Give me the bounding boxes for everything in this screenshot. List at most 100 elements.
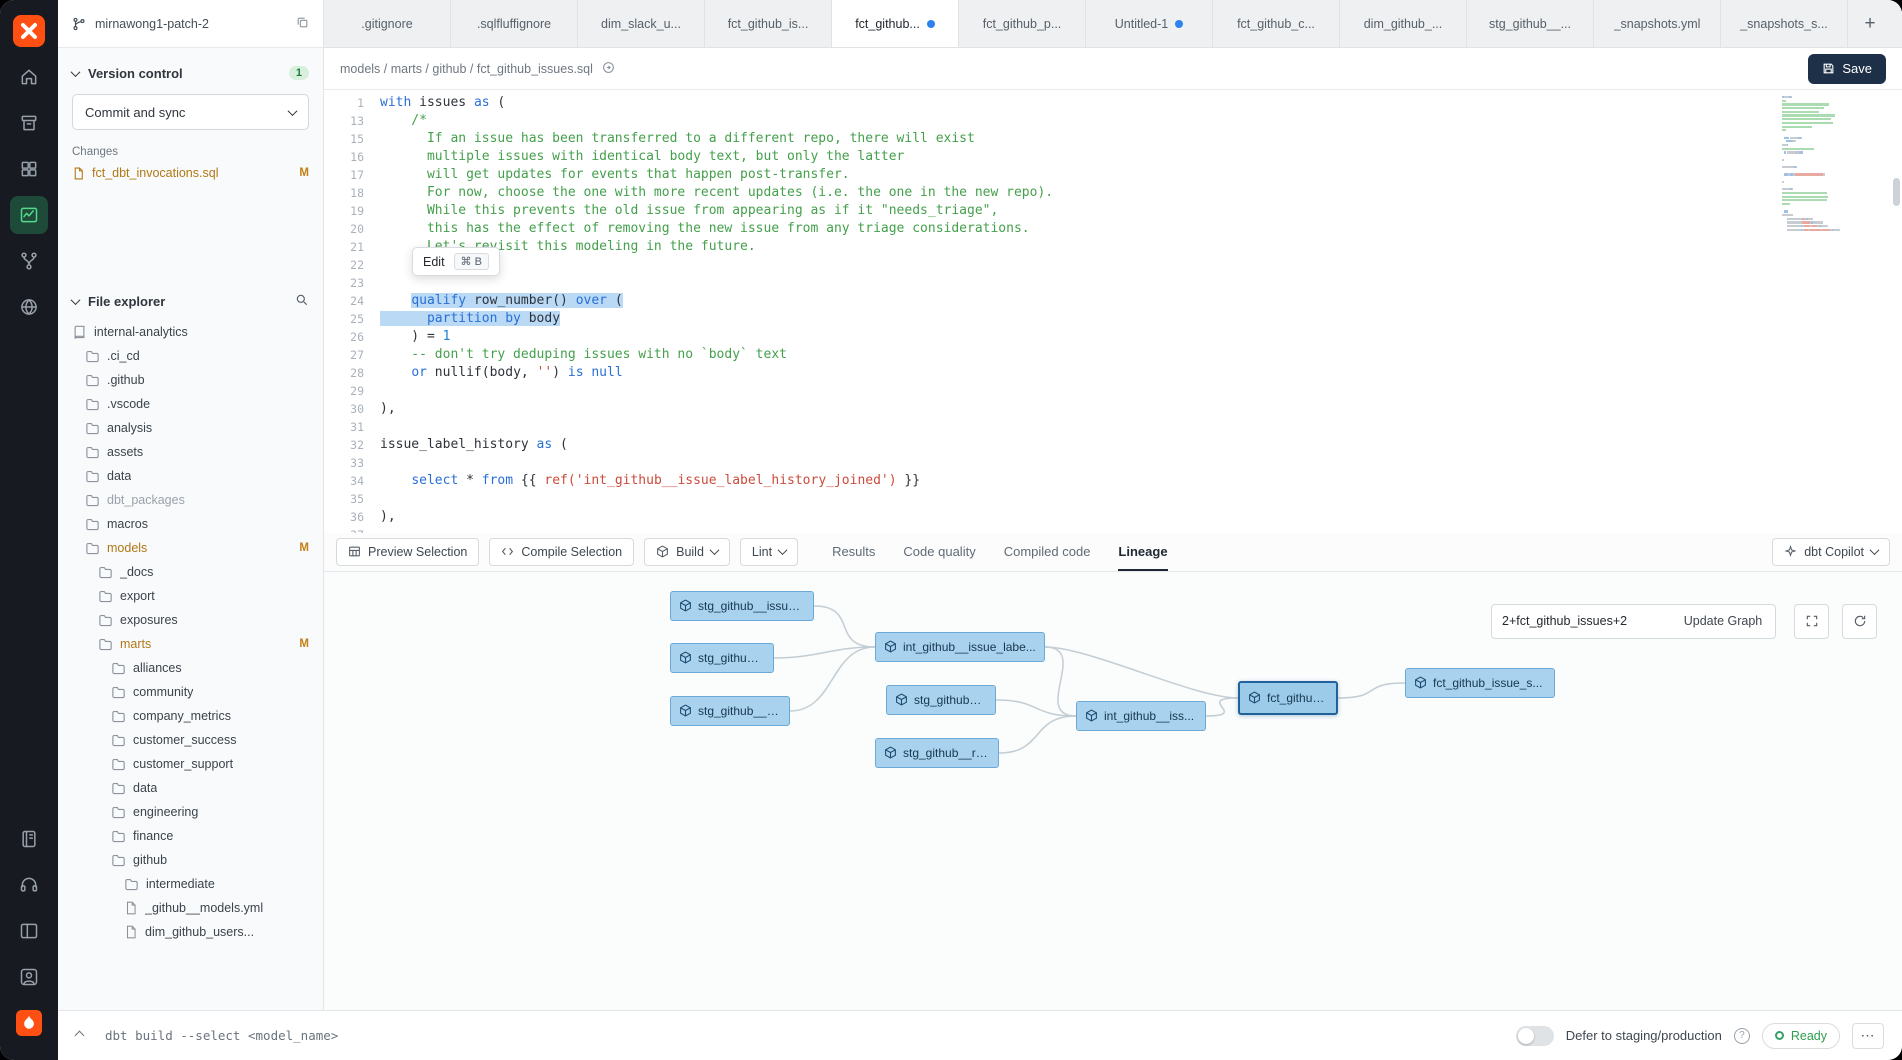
- file-tree-item[interactable]: github: [72, 848, 319, 872]
- file-tree-item[interactable]: community: [72, 680, 319, 704]
- command-text[interactable]: dbt build --select <model_name>: [105, 1028, 338, 1043]
- lineage-node[interactable]: stg_github__re...: [875, 738, 999, 768]
- code-line[interactable]: 33: [324, 454, 1902, 472]
- version-control-header[interactable]: Version control 1: [72, 60, 309, 86]
- code-line[interactable]: 34 select * from {{ ref('int_github__iss…: [324, 472, 1902, 490]
- file-tree-item[interactable]: data: [72, 776, 319, 800]
- file-tree-item[interactable]: data: [72, 464, 319, 488]
- changed-file-row[interactable]: fct_dbt_invocations.sql M: [72, 166, 309, 180]
- code-line[interactable]: 31: [324, 418, 1902, 436]
- lineage-node[interactable]: int_github__iss...: [1076, 701, 1206, 731]
- code-line[interactable]: 19 While this prevents the old issue fro…: [324, 202, 1902, 220]
- editor-scrollbar-thumb[interactable]: [1893, 178, 1900, 206]
- file-tree-item[interactable]: modelsM: [72, 536, 319, 560]
- code-line[interactable]: 24 qualify row_number() over (: [324, 292, 1902, 310]
- lineage-node[interactable]: stg_github__...: [670, 643, 774, 673]
- editor-tab[interactable]: fct_github_p...: [959, 0, 1086, 47]
- editor-tab[interactable]: fct_github...: [832, 0, 959, 47]
- lineage-node[interactable]: stg_github__iss...: [670, 696, 790, 726]
- file-tree-item[interactable]: .ci_cd: [72, 344, 319, 368]
- headset-icon[interactable]: [10, 866, 48, 904]
- file-tree-item[interactable]: martsM: [72, 632, 319, 656]
- code-line[interactable]: 37: [324, 526, 1902, 533]
- file-tree-item[interactable]: exposures: [72, 608, 319, 632]
- editor-tab[interactable]: _snapshots_s...: [1721, 0, 1848, 47]
- file-tree-item[interactable]: .vscode: [72, 392, 319, 416]
- expand-command-bar-icon[interactable]: [75, 1031, 85, 1041]
- build-button[interactable]: Build: [644, 538, 730, 566]
- fullscreen-button[interactable]: [1794, 604, 1829, 639]
- help-icon[interactable]: ?: [1734, 1028, 1750, 1044]
- code-line[interactable]: 17 will get updates for events that happ…: [324, 166, 1902, 184]
- file-tree-item[interactable]: intermediate: [72, 872, 319, 896]
- editor-icon[interactable]: [10, 196, 48, 234]
- search-icon[interactable]: [295, 293, 309, 310]
- code-line[interactable]: 32issue_label_history as (: [324, 436, 1902, 454]
- file-explorer-header[interactable]: File explorer: [72, 288, 309, 314]
- archive-icon[interactable]: [10, 104, 48, 142]
- file-tree-item[interactable]: company_metrics: [72, 704, 319, 728]
- code-line[interactable]: 36),: [324, 508, 1902, 526]
- lineage-selector-input[interactable]: 2+fct_github_issues+2: [1491, 604, 1672, 639]
- code-line[interactable]: 27 -- don't try deduping issues with no …: [324, 346, 1902, 364]
- minimap[interactable]: [1782, 96, 1888, 232]
- code-line[interactable]: 16 multiple issues with identical body t…: [324, 148, 1902, 166]
- refresh-graph-button[interactable]: [1842, 604, 1877, 639]
- copy-branch-icon[interactable]: [296, 16, 309, 32]
- dbt-logo-icon[interactable]: [10, 12, 48, 50]
- file-tree-item[interactable]: finance: [72, 824, 319, 848]
- update-graph-button[interactable]: Update Graph: [1671, 604, 1776, 639]
- lineage-node[interactable]: fct_github_issue_s...: [1405, 668, 1555, 698]
- lint-button[interactable]: Lint: [740, 538, 798, 566]
- code-line[interactable]: 23: [324, 274, 1902, 292]
- file-tree-item[interactable]: internal-analytics: [72, 320, 319, 344]
- edit-button[interactable]: Edit: [423, 255, 445, 269]
- home-icon[interactable]: [10, 58, 48, 96]
- preview-selection-button[interactable]: Preview Selection: [336, 538, 479, 566]
- file-tree-item[interactable]: assets: [72, 440, 319, 464]
- file-tree-item[interactable]: customer_success: [72, 728, 319, 752]
- panel-tab-compiled-code[interactable]: Compiled code: [1004, 533, 1091, 571]
- account-icon[interactable]: [10, 958, 48, 996]
- compile-selection-button[interactable]: Compile Selection: [489, 538, 634, 566]
- editor-tab[interactable]: .sqlfluffignore: [451, 0, 578, 47]
- code-editor[interactable]: 1with issues as (13 /*15 If an issue has…: [324, 90, 1902, 533]
- code-line[interactable]: 29: [324, 382, 1902, 400]
- code-line[interactable]: 20 this has the effect of removing the n…: [324, 220, 1902, 238]
- file-tree-item[interactable]: .github: [72, 368, 319, 392]
- new-tab-button[interactable]: +: [1848, 0, 1892, 47]
- dbt-copilot-button[interactable]: dbt Copilot: [1772, 538, 1890, 566]
- notebook-icon[interactable]: [10, 820, 48, 858]
- commit-and-sync-button[interactable]: Commit and sync: [72, 94, 309, 130]
- lineage-node[interactable]: stg_github__...: [886, 685, 996, 715]
- lineage-node[interactable]: int_github__issue_labe...: [875, 632, 1045, 662]
- code-line[interactable]: 35: [324, 490, 1902, 508]
- copy-path-icon[interactable]: [602, 61, 615, 77]
- more-options-button[interactable]: ⋯: [1852, 1023, 1884, 1049]
- panel-tab-results[interactable]: Results: [832, 533, 875, 571]
- defer-toggle[interactable]: [1516, 1026, 1554, 1046]
- editor-tab[interactable]: .gitignore: [324, 0, 451, 47]
- layout-icon[interactable]: [10, 912, 48, 950]
- file-tree-item[interactable]: customer_support: [72, 752, 319, 776]
- file-tree-item[interactable]: analysis: [72, 416, 319, 440]
- fork-icon[interactable]: [10, 242, 48, 280]
- globe-icon[interactable]: [10, 288, 48, 326]
- code-line[interactable]: 13 /*: [324, 112, 1902, 130]
- file-tree-item[interactable]: _github__models.yml: [72, 896, 319, 920]
- code-line[interactable]: 28 or nullif(body, '') is null: [324, 364, 1902, 382]
- code-line[interactable]: 21 Let's revisit this modeling in the fu…: [324, 238, 1902, 256]
- file-tree-item[interactable]: _docs: [72, 560, 319, 584]
- dbt-flame-icon[interactable]: [10, 1004, 48, 1042]
- editor-tab[interactable]: stg_github__...: [1467, 0, 1594, 47]
- branch-name[interactable]: mirnawong1-patch-2: [95, 17, 209, 31]
- file-tree-item[interactable]: engineering: [72, 800, 319, 824]
- file-tree-item[interactable]: macros: [72, 512, 319, 536]
- lineage-node[interactable]: fct_github_...: [1238, 681, 1338, 715]
- file-tree-item[interactable]: alliances: [72, 656, 319, 680]
- file-tree-item[interactable]: dbt_packages: [72, 488, 319, 512]
- editor-tab[interactable]: dim_slack_u...: [578, 0, 705, 47]
- code-line[interactable]: 25 partition by body: [324, 310, 1902, 328]
- editor-tab[interactable]: dim_github_...: [1340, 0, 1467, 47]
- grid-icon[interactable]: [10, 150, 48, 188]
